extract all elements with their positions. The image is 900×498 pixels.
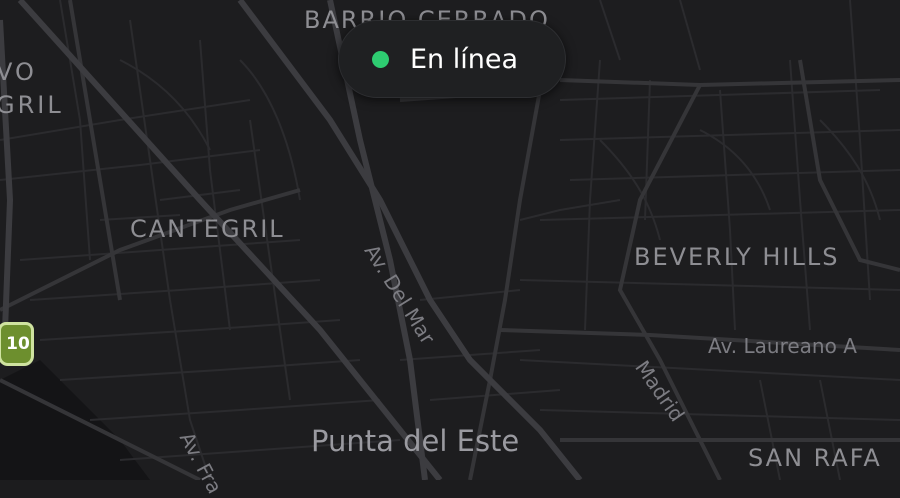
district-label-nuevo-cantegril: VO GRIL: [0, 56, 76, 122]
city-label-punta-del-este: Punta del Este: [311, 424, 520, 458]
online-status-dot-icon: [372, 50, 389, 68]
coastline-water: [0, 360, 150, 480]
street-label-av-laureano: Av. Laureano A: [708, 334, 857, 358]
district-label-san-rafael: SAN RAFA: [748, 444, 882, 472]
district-label-cantegril: CANTEGRIL: [130, 215, 285, 243]
district-label-beverly-hills: BEVERLY HILLS: [634, 243, 840, 271]
route-shield-10: 10: [0, 322, 34, 366]
online-status-label: En línea: [410, 43, 519, 75]
online-status-toggle[interactable]: En línea: [338, 20, 566, 98]
district-label-nuevo-cantegril-text: VO GRIL: [0, 58, 64, 119]
